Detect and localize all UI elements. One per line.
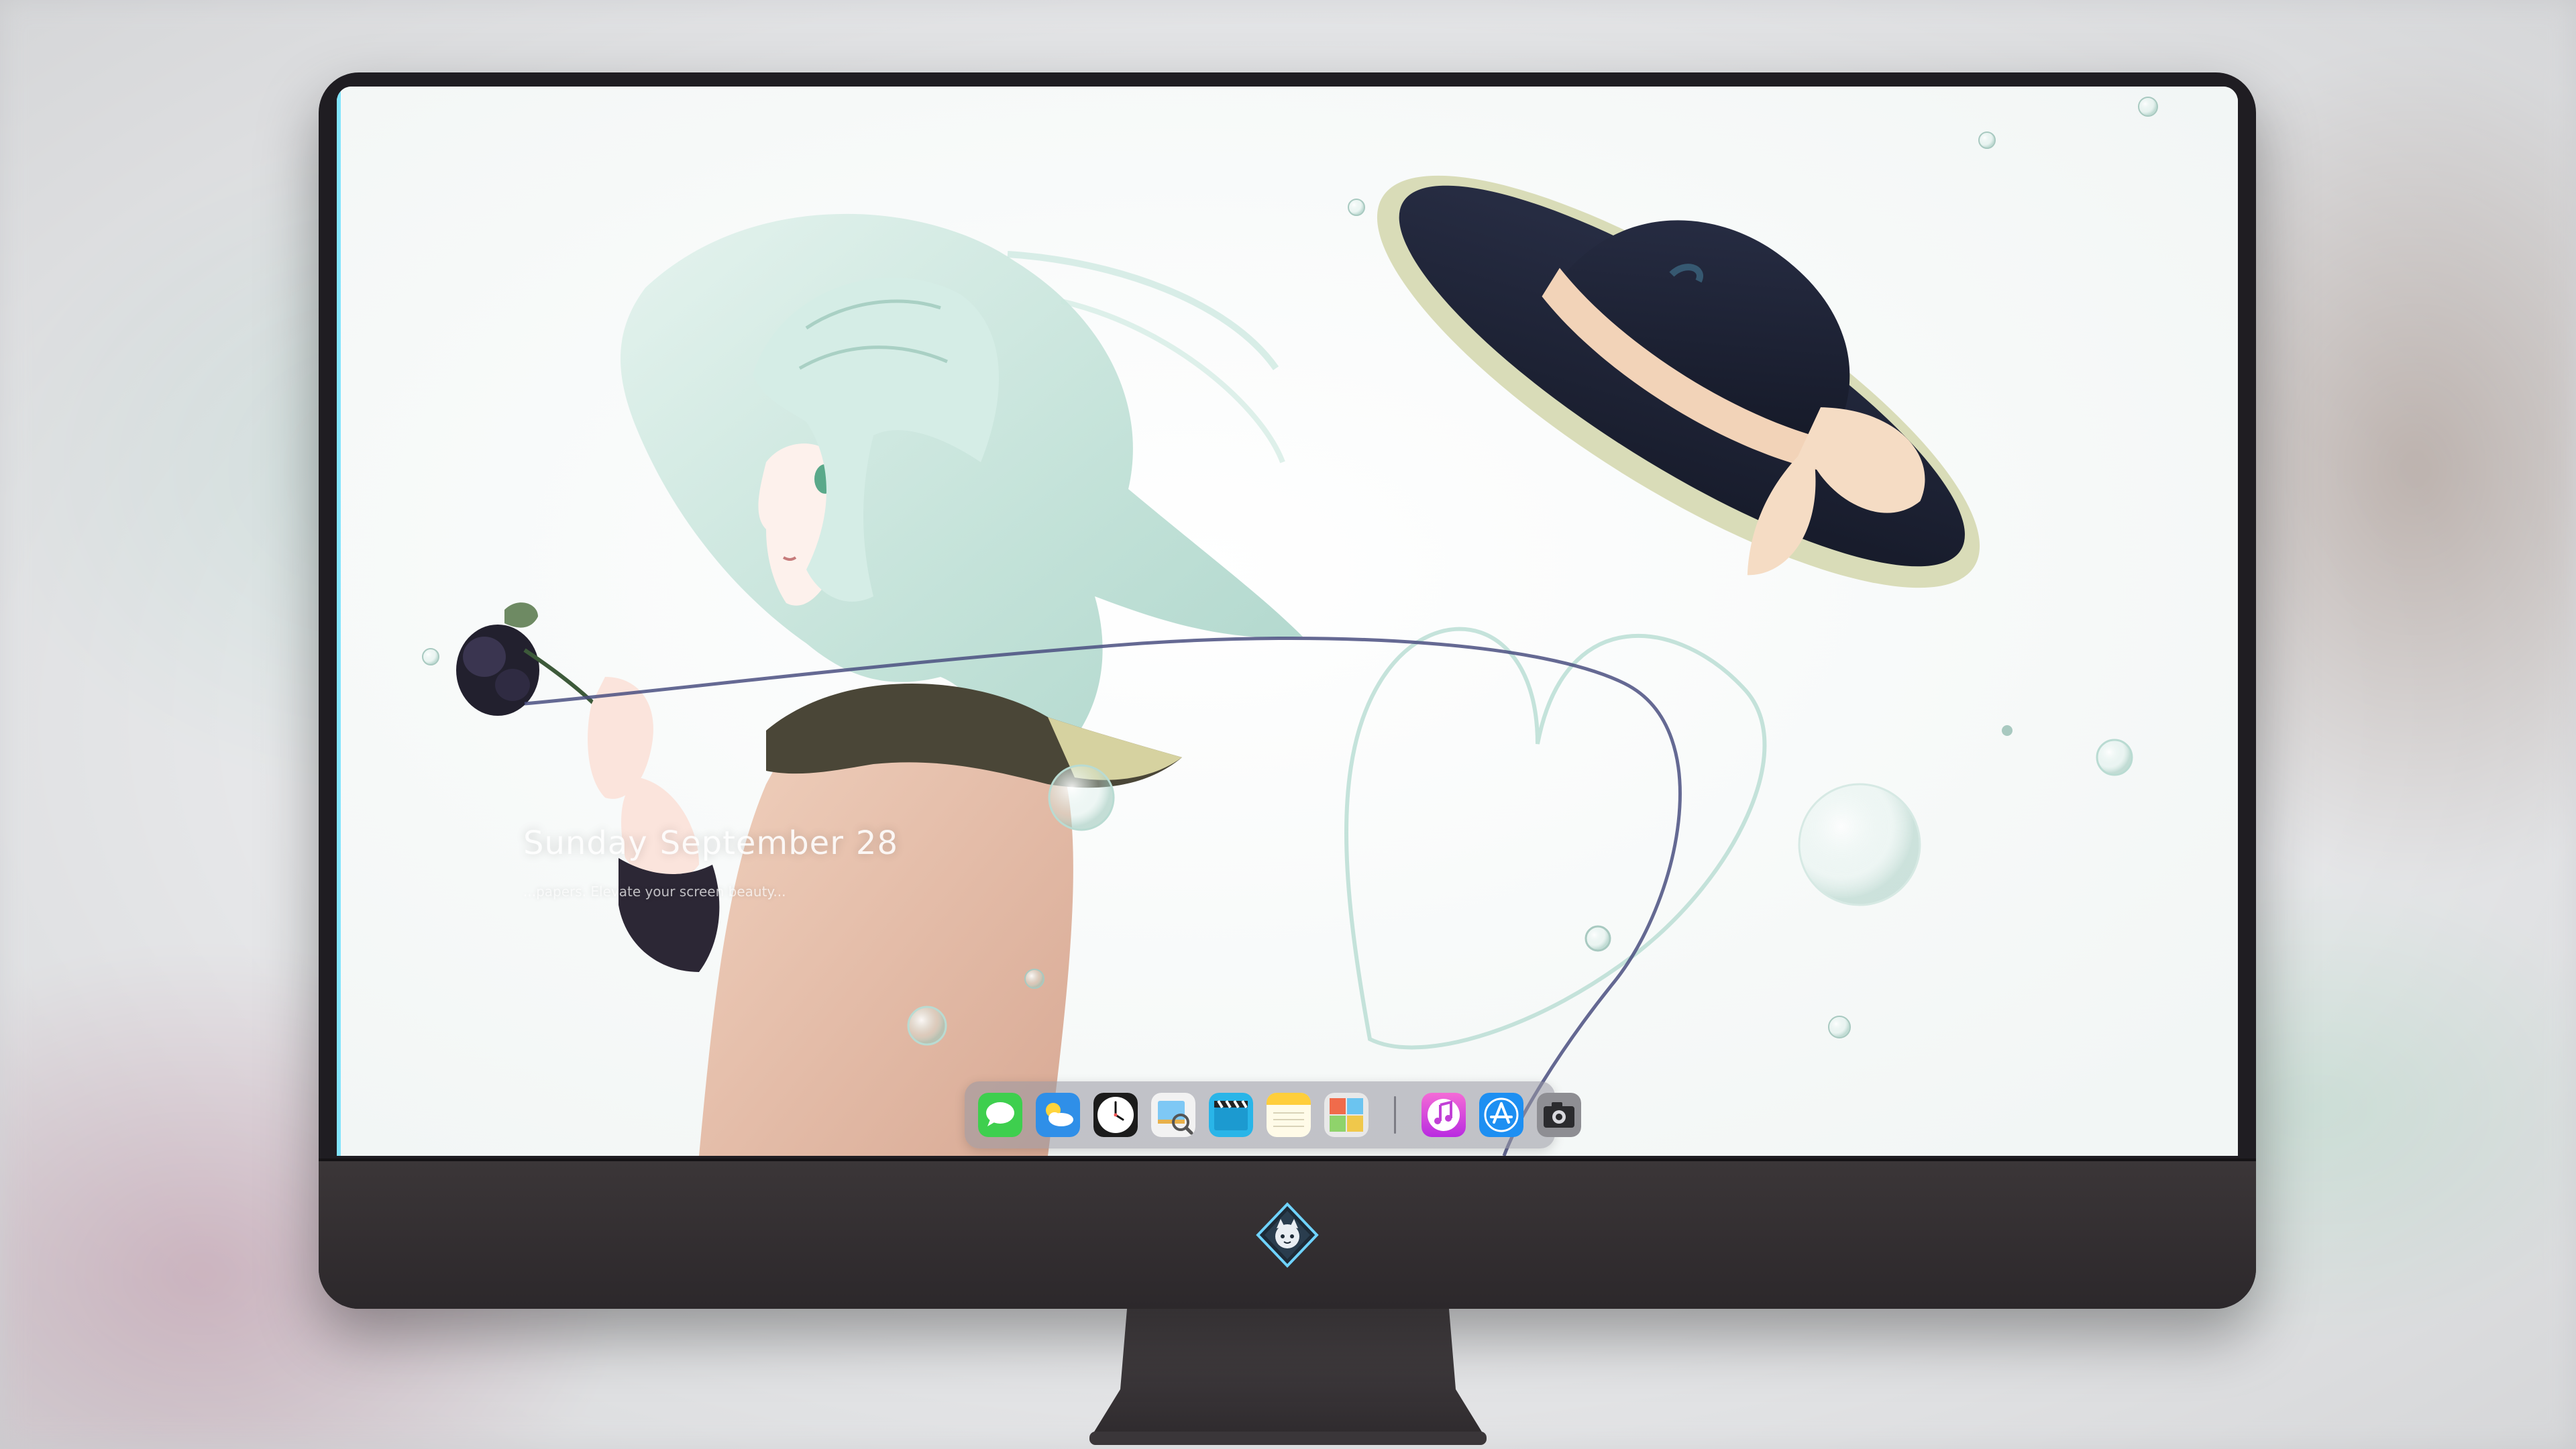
app-store-icon[interactable] [1479,1093,1523,1137]
lock-screen-date: Sunday September 28 [523,824,898,862]
notes-icon[interactable] [1267,1093,1311,1137]
clapperboard-icon[interactable] [1209,1093,1253,1137]
weekday-text: Sunday [523,824,648,862]
brand-logo-icon [1256,1202,1319,1268]
dock-separator [1394,1096,1396,1134]
day-number-text: 28 [855,824,898,862]
preview-icon[interactable] [1151,1093,1195,1137]
weather-icon[interactable] [1036,1093,1080,1137]
monitor-stand [1089,1309,1487,1445]
page: Sunday September 28 ...papers. Elevate you… [0,0,2576,1449]
messages-icon[interactable] [978,1093,1022,1137]
month-text: September [659,824,844,862]
anime-wallpaper [337,87,2238,1156]
monitor-chin [319,1159,2256,1309]
clock-icon[interactable] [1093,1093,1138,1137]
photo-booth-icon[interactable] [1324,1093,1368,1137]
music-icon[interactable] [1421,1093,1466,1137]
wallpaper-tagline: ...papers. Elevate your screen beauty... [523,883,786,900]
dock [965,1081,1581,1148]
camera-icon[interactable] [1537,1093,1581,1137]
desktop-screen: Sunday September 28 ...papers. Elevate you… [337,87,2238,1156]
